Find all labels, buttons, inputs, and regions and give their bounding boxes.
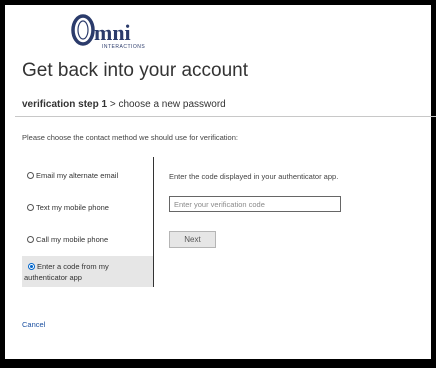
panel-divider (153, 157, 154, 287)
option-email[interactable]: Email my alternate email (22, 171, 153, 185)
breadcrumb-divider (15, 116, 436, 117)
authenticator-instructions: Enter the code displayed in your authent… (169, 172, 339, 181)
frame-bottom-border (0, 359, 436, 368)
verification-code-input[interactable] (169, 196, 341, 212)
step-current: verification step 1 (22, 99, 108, 110)
option-text-label: Text my mobile phone (36, 203, 109, 212)
radio-email[interactable] (27, 172, 34, 179)
option-call[interactable]: Call my mobile phone (22, 235, 153, 249)
option-email-label: Email my alternate email (36, 171, 119, 180)
option-authenticator[interactable]: Enter a code from my authenticator app (22, 256, 153, 287)
step-next: choose a new password (118, 99, 226, 110)
option-call-label: Call my mobile phone (36, 235, 109, 244)
radio-call[interactable] (27, 236, 34, 243)
option-authenticator-label-1: Enter a code from my (37, 262, 109, 271)
page-title: Get back into your account (22, 60, 249, 81)
option-text[interactable]: Text my mobile phone (22, 203, 153, 217)
logo-o-inner (77, 20, 89, 40)
next-button[interactable]: Next (169, 231, 216, 248)
logo-o-ring (71, 14, 95, 46)
contact-method-prompt: Please choose the contact method we shou… (22, 133, 238, 142)
cancel-link[interactable]: Cancel (22, 320, 45, 329)
logo-word: mni (94, 20, 131, 45)
logo-tagline: INTERACTIONS (102, 44, 145, 50)
radio-authenticator[interactable] (28, 263, 35, 270)
step-separator: > (109, 99, 116, 110)
contact-method-list: Email my alternate email Text my mobile … (22, 157, 153, 287)
omni-interactions-logo: mni INTERACTIONS (71, 14, 145, 50)
option-authenticator-label-2: authenticator app (24, 273, 82, 282)
radio-text[interactable] (27, 204, 34, 211)
breadcrumb: verification step 1 > choose a new passw… (22, 99, 226, 110)
